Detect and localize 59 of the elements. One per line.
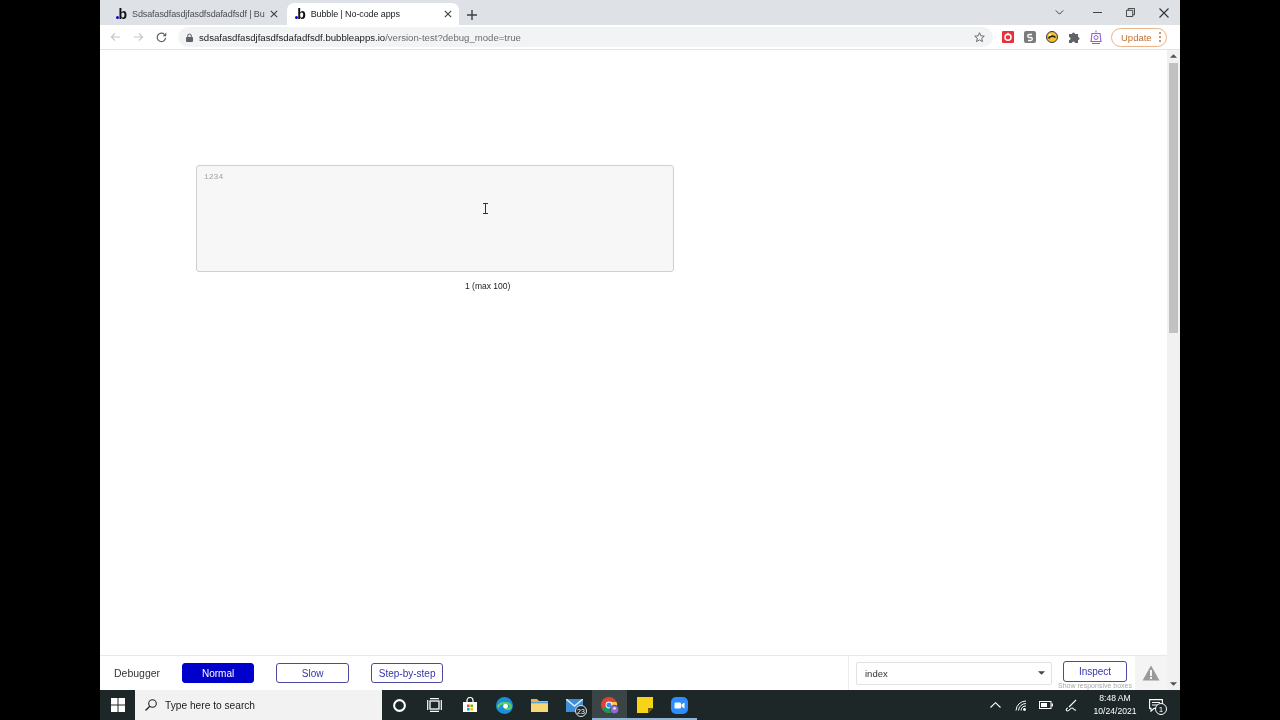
battery-icon[interactable] xyxy=(1038,701,1053,709)
search-icon xyxy=(145,699,157,711)
debug-mode-button[interactable]: Slow xyxy=(276,663,350,683)
chevron-up-icon[interactable] xyxy=(990,702,1001,708)
start-logo-icon[interactable] xyxy=(110,698,125,712)
url-text[interactable]: sdsafasdfasdjfasdfsdafadfsdf.bubbleapps.io/version-test?debug_mode=true xyxy=(199,31,521,43)
debugger-label: Debugger xyxy=(114,667,161,679)
video-camera-icon xyxy=(671,696,688,714)
warning-icon xyxy=(1142,665,1160,681)
debug-mode-button[interactable]: Step-by-step xyxy=(371,663,444,683)
address-bar[interactable]: sdsafasdfasdjfasdfsdafadfsdf.bubbleapps.io/version-test?debug_mode=true xyxy=(178,27,993,47)
round-browser-icon xyxy=(600,696,619,714)
tab-favicon: b xyxy=(115,7,127,21)
close-icon[interactable] xyxy=(269,10,278,18)
swirl-browser-icon xyxy=(496,696,513,714)
restore-icon[interactable] xyxy=(1126,8,1135,17)
notification-count-badge: 1 xyxy=(1155,703,1167,715)
menu-dots-icon[interactable] xyxy=(1158,32,1161,42)
shopping-bag-icon xyxy=(461,697,478,713)
update-button[interactable]: Update xyxy=(1111,27,1167,47)
element-select[interactable]: index xyxy=(856,661,1052,685)
tab-favicon: b xyxy=(293,7,306,21)
reload-icon[interactable] xyxy=(156,31,167,43)
lock-icon xyxy=(186,32,193,42)
search-placeholder: Type here to search xyxy=(165,699,256,711)
caret-icon xyxy=(1038,671,1045,675)
notification-icon[interactable] xyxy=(1149,698,1163,712)
close-icon[interactable] xyxy=(443,10,452,18)
close-icon[interactable] xyxy=(1158,7,1169,18)
browser-tab[interactable]: b Bubble | No-code apps xyxy=(286,3,459,25)
glyph-tile-icon[interactable] xyxy=(1024,31,1036,43)
circle-icon[interactable] xyxy=(393,698,406,712)
puzzle-piece-icon[interactable] xyxy=(1068,31,1080,43)
tab-title: Sdsafasdfasdjfasdfsdafadfsdf | Bu xyxy=(132,9,265,19)
task-view-icon[interactable] xyxy=(427,698,442,712)
star-icon[interactable] xyxy=(974,31,985,43)
folder-icon xyxy=(531,698,548,712)
chevron-down-icon[interactable] xyxy=(1054,10,1064,15)
character-counter: 1 (max 100) xyxy=(465,281,511,291)
inspect-button[interactable]: Inspect xyxy=(1063,660,1127,682)
lantern-icon[interactable] xyxy=(1090,30,1102,44)
tab-title: Bubble | No-code apps xyxy=(310,9,401,19)
clock-date: 10/24/2021 xyxy=(1093,705,1137,718)
round-emblem-icon[interactable] xyxy=(1046,31,1058,43)
text-cursor-icon xyxy=(482,203,489,214)
clock-time: 8:48 AM xyxy=(1099,692,1131,705)
note-icon xyxy=(636,697,653,713)
taskbar-app-button[interactable] xyxy=(592,690,627,720)
pen-icon[interactable] xyxy=(1064,698,1077,712)
scroll-down-icon[interactable] xyxy=(1170,682,1177,686)
browser-tab[interactable]: b Sdsafasdfasdjfasdfsdafadfsdf | Bu xyxy=(108,3,285,25)
ring-tile-icon[interactable] xyxy=(1002,31,1014,43)
scrollbar-thumb[interactable] xyxy=(1169,63,1178,333)
scrollbar[interactable] xyxy=(1167,50,1180,690)
plus-icon[interactable] xyxy=(466,10,477,20)
taskbar-search-field[interactable]: Type here to search xyxy=(135,690,382,720)
wifi-icon[interactable] xyxy=(1014,699,1027,711)
scroll-up-icon[interactable] xyxy=(1170,54,1177,58)
debug-mode-button[interactable]: Normal xyxy=(182,663,255,683)
